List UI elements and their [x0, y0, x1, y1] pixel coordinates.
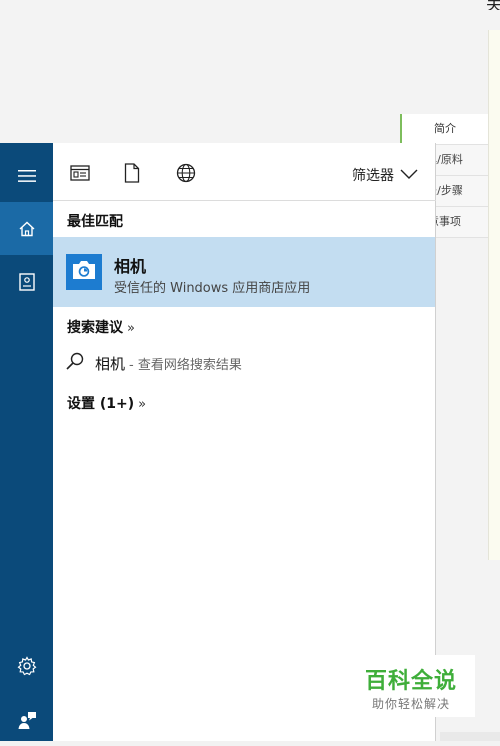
start-rail	[0, 143, 53, 741]
filter-dropdown[interactable]: 筛选器	[352, 163, 418, 187]
feedback-button[interactable]	[0, 693, 53, 746]
double-chevron-icon: »	[127, 321, 135, 336]
filter-label: 筛选器	[352, 168, 394, 184]
notebook-icon	[18, 272, 35, 291]
background-title-fragment: 关	[486, 0, 500, 10]
filter-toolbar: 筛选器	[53, 143, 436, 201]
suggestion-description: - 查看网络搜索结果	[129, 357, 242, 373]
web-filter-button[interactable]	[174, 163, 198, 187]
search-panel: 筛选器 最佳匹配 相机 受信任的 Windows 应用商店应用 搜索建议 » 相机…	[0, 143, 436, 741]
settings-header[interactable]: 设置 (1+)»	[67, 393, 146, 413]
menu-button[interactable]	[0, 149, 53, 202]
search-results-pane: 筛选器 最佳匹配 相机 受信任的 Windows 应用商店应用 搜索建议 » 相机…	[53, 143, 436, 741]
hamburger-icon	[17, 169, 36, 183]
documents-filter-icon	[124, 163, 140, 187]
web-search-suggestion[interactable]: 相机 - 查看网络搜索结果	[65, 351, 242, 375]
gear-icon	[17, 655, 37, 676]
search-suggestions-label: 搜索建议	[67, 320, 123, 336]
web-filter-icon	[176, 163, 196, 187]
watermark-title: 百科全说	[365, 669, 458, 694]
settings-label: 设置 (1+)	[67, 396, 135, 412]
chevron-down-icon	[400, 167, 418, 183]
background-side-panel	[488, 30, 500, 560]
notebook-button[interactable]	[0, 255, 53, 308]
watermark-logo: 百科全说 助你轻松解决	[353, 655, 475, 717]
home-icon	[18, 220, 36, 238]
suggestion-term: 相机	[95, 354, 126, 373]
settings-button[interactable]	[0, 639, 53, 692]
home-button[interactable]	[0, 202, 53, 255]
camera-app-tile	[66, 254, 102, 290]
feedback-icon	[17, 710, 37, 730]
app-description: 受信任的 Windows 应用商店应用	[114, 281, 311, 296]
background-nav-item-intro[interactable]: 简介	[400, 114, 488, 145]
best-match-result[interactable]: 相机 受信任的 Windows 应用商店应用	[53, 237, 435, 307]
camera-icon	[71, 259, 97, 285]
watermark-subtitle: 助你轻松解决	[372, 697, 451, 711]
apps-filter-button[interactable]	[68, 163, 92, 187]
background-bottom-strip	[440, 732, 500, 741]
app-name: 相机	[114, 257, 147, 276]
search-icon	[65, 351, 85, 375]
documents-filter-button[interactable]	[120, 163, 144, 187]
best-match-header: 最佳匹配	[67, 214, 123, 230]
search-suggestions-header[interactable]: 搜索建议 »	[67, 317, 135, 337]
double-chevron-icon: »	[138, 397, 147, 412]
apps-filter-icon	[70, 165, 90, 185]
